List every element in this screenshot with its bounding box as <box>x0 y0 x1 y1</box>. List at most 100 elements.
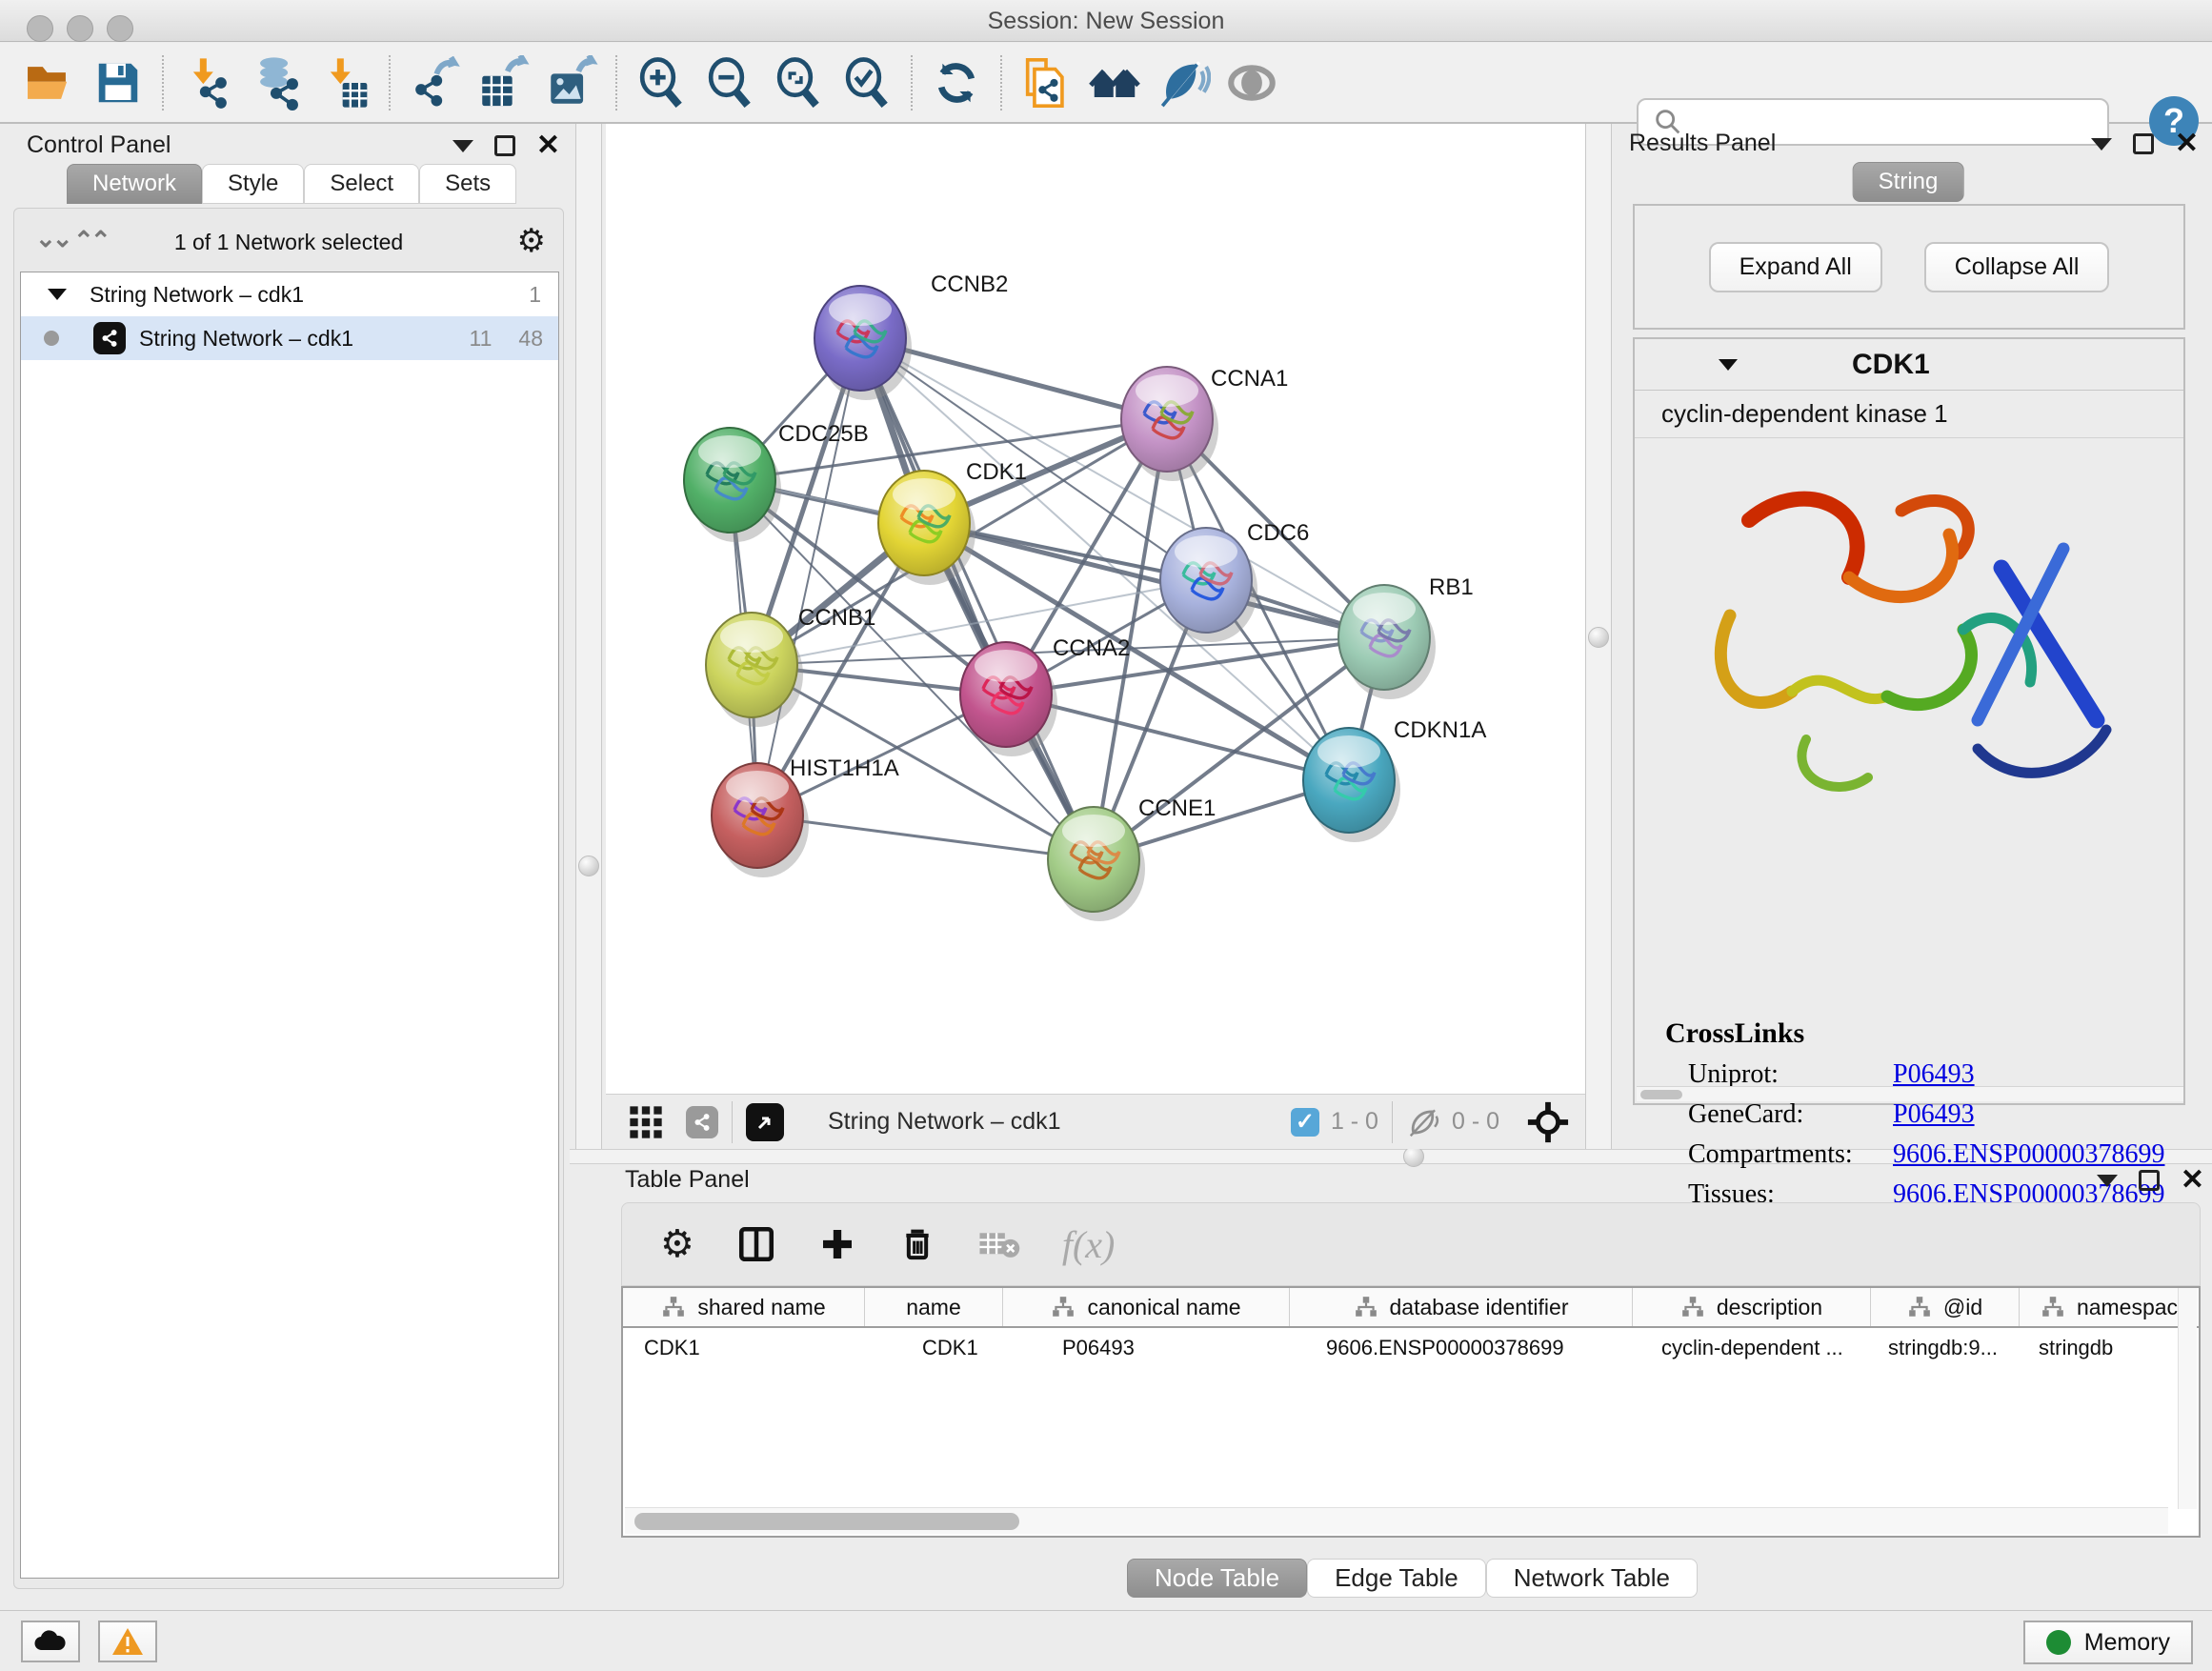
hidden-node-edge-counts: 0 - 0 <box>1452 1108 1499 1136</box>
zoom-out-icon <box>703 56 756 110</box>
copy-network-style-button[interactable] <box>1012 52 1080 113</box>
warning-status-button[interactable] <box>98 1621 157 1662</box>
show-glass-button[interactable] <box>1217 52 1286 113</box>
right-splitter[interactable] <box>1585 124 1612 1149</box>
zoom-fit-button[interactable] <box>764 52 833 113</box>
cell-shared-name[interactable]: CDK1 <box>623 1328 865 1370</box>
table-horizontal-scrollbar[interactable] <box>625 1507 2168 1534</box>
network-node-label: CDK1 <box>966 459 1027 485</box>
add-column-icon[interactable] <box>818 1225 856 1263</box>
left-splitter[interactable] <box>575 124 602 1149</box>
zoom-selected-button[interactable] <box>833 52 901 113</box>
panel-menu-icon[interactable] <box>2097 1175 2118 1187</box>
collection-expander-icon[interactable] <box>48 289 67 300</box>
collection-count: 1 <box>529 282 541 308</box>
network-node-label: CCNB1 <box>798 605 875 631</box>
tab-network-table[interactable]: Network Table <box>1486 1559 1698 1598</box>
cell-name[interactable]: CDK1 <box>865 1328 1003 1370</box>
column-header-shared-name[interactable]: shared name <box>623 1288 865 1326</box>
network-view-toolbar: String Network – cdk1 ✓ 1 - 0 0 - 0 <box>606 1094 1585 1149</box>
cell-description[interactable]: cyclin-dependent ... <box>1633 1328 1871 1370</box>
cell-id[interactable]: stringdb:9... <box>1871 1328 2020 1370</box>
node-gloss <box>1175 535 1237 568</box>
tab-sets[interactable]: Sets <box>419 164 516 204</box>
tab-node-table[interactable]: Node Table <box>1127 1559 1307 1598</box>
memory-button[interactable]: Memory <box>2023 1621 2193 1664</box>
node-gloss <box>1317 735 1380 768</box>
network-share-icon <box>93 322 126 354</box>
column-header-name[interactable]: name <box>865 1288 1003 1326</box>
table-toolbar: ⚙ f(x) <box>621 1202 2201 1286</box>
tab-select[interactable]: Select <box>304 164 419 204</box>
network-row[interactable]: String Network – cdk1 11 48 <box>21 316 558 360</box>
network-options-gear-icon[interactable]: ⚙ <box>517 222 546 260</box>
panel-close-icon[interactable]: ✕ <box>2181 1170 2204 1191</box>
application-window: Session: New Session <box>0 0 2212 1671</box>
selected-checkbox-icon[interactable]: ✓ <box>1291 1108 1319 1137</box>
column-header-database-identifier[interactable]: database identifier <box>1290 1288 1633 1326</box>
panel-menu-icon[interactable] <box>2091 138 2112 151</box>
save-session-button[interactable] <box>84 52 152 113</box>
node-gloss <box>829 293 892 326</box>
detach-view-icon[interactable] <box>746 1103 784 1141</box>
import-network-button[interactable] <box>173 52 242 113</box>
column-header-description[interactable]: description <box>1633 1288 1871 1326</box>
expand-all-button[interactable]: Expand All <box>1709 242 1882 292</box>
protein-structure-image <box>1663 453 2159 854</box>
gene-description: cyclin-dependent kinase 1 <box>1635 391 2183 438</box>
cell-database-identifier[interactable]: 9606.ENSP00000378699 <box>1290 1328 1633 1370</box>
network-graph: CCNB2CCNA1CDC25BCDK1CDC6RB1CCNB1CCNA2CDK… <box>606 124 1585 1094</box>
column-header-id[interactable]: @id <box>1871 1288 2020 1326</box>
export-table-button[interactable] <box>469 52 537 113</box>
panel-close-icon[interactable]: ✕ <box>2175 133 2199 154</box>
network-list-box: ⌄⌄ ⌄⌄ 1 of 1 Network selected ⚙ String N… <box>13 208 564 1589</box>
network-node-label: HIST1H1A <box>790 755 899 781</box>
hide-glass-button[interactable] <box>1149 52 1217 113</box>
panel-float-icon[interactable] <box>2133 133 2154 154</box>
export-image-button[interactable] <box>537 52 606 113</box>
cloud-icon <box>33 1629 68 1654</box>
birdseye-view-icon[interactable] <box>1526 1100 1570 1144</box>
network-node-label: RB1 <box>1429 574 1474 600</box>
genecard-link[interactable]: P06493 <box>1893 1099 1975 1130</box>
column-header-namespace[interactable]: namespac <box>2020 1288 2199 1326</box>
panel-float-icon[interactable] <box>494 135 515 156</box>
network-status-dot <box>44 331 59 346</box>
grid-view-icon[interactable] <box>627 1103 665 1141</box>
zoom-out-button[interactable] <box>695 52 764 113</box>
string-home-button[interactable] <box>1080 52 1149 113</box>
cell-canonical-name[interactable]: P06493 <box>1003 1328 1290 1370</box>
tab-network[interactable]: Network <box>67 164 202 204</box>
delete-column-icon[interactable] <box>898 1225 936 1263</box>
network-view[interactable]: CCNB2CCNA1CDC25BCDK1CDC6RB1CCNB1CCNA2CDK… <box>606 124 1585 1094</box>
network-node-label: CDKN1A <box>1394 717 1486 743</box>
export-network-button[interactable] <box>400 52 469 113</box>
open-session-button[interactable] <box>15 52 84 113</box>
show-columns-icon[interactable] <box>736 1224 776 1264</box>
table-row[interactable]: CDK1 CDK1 P06493 9606.ENSP00000378699 cy… <box>623 1328 2199 1370</box>
results-horizontal-scrollbar[interactable] <box>1637 1086 2183 1101</box>
function-builder-icon: f(x) <box>1062 1222 1116 1267</box>
panel-close-icon[interactable]: ✕ <box>536 135 560 156</box>
gene-expander-icon[interactable] <box>1719 359 1738 371</box>
collapse-all-button[interactable]: Collapse All <box>1924 242 2110 292</box>
network-edge[interactable] <box>757 338 860 815</box>
table-vertical-scrollbar[interactable] <box>2178 1288 2197 1509</box>
network-collection-row[interactable]: String Network – cdk1 1 <box>21 272 558 316</box>
cloud-status-button[interactable] <box>21 1621 80 1662</box>
panel-menu-icon[interactable] <box>452 140 473 152</box>
column-header-canonical-name[interactable]: canonical name <box>1003 1288 1290 1326</box>
apply-layout-button[interactable] <box>922 52 991 113</box>
zoom-in-button[interactable] <box>627 52 695 113</box>
tab-string[interactable]: String <box>1853 162 1964 202</box>
tab-style[interactable]: Style <box>202 164 304 204</box>
table-options-gear-icon[interactable]: ⚙ <box>660 1222 694 1266</box>
import-table-button[interactable] <box>311 52 379 113</box>
cell-namespace[interactable]: stringdb <box>2020 1328 2199 1370</box>
gene-card-header[interactable]: CDK1 <box>1635 339 2183 391</box>
tab-edge-table[interactable]: Edge Table <box>1307 1559 1486 1598</box>
zoom-fit-icon <box>772 56 825 110</box>
network-share-view-icon[interactable] <box>686 1106 718 1138</box>
import-network-from-database-button[interactable] <box>242 52 311 113</box>
panel-float-icon[interactable] <box>2139 1170 2160 1191</box>
